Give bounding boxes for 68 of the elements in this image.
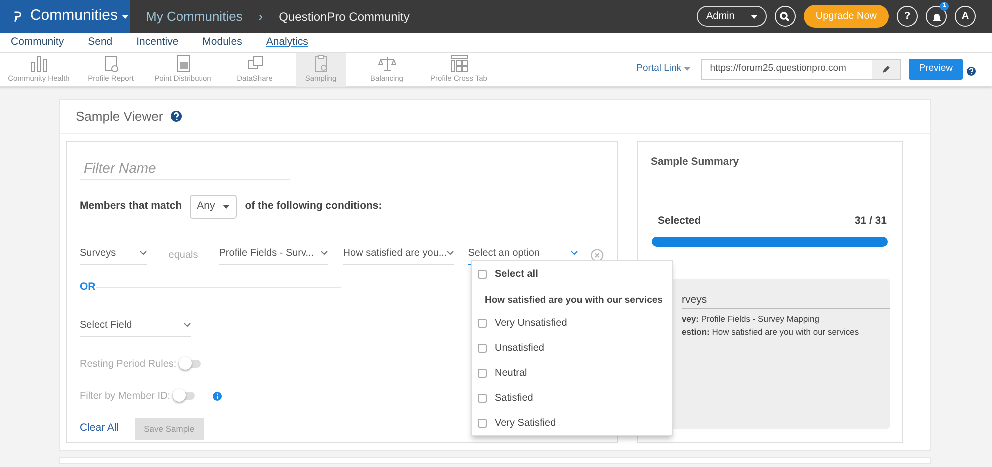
bar-chart-icon (30, 54, 48, 72)
field-dropdown[interactable]: Surveys (80, 246, 147, 265)
dropdown-option[interactable]: Unsatisfied (478, 341, 672, 356)
match-label: of the following conditions: (245, 199, 382, 214)
summary-line: estion: How satisfied are you with our services (682, 326, 860, 339)
scale-icon (378, 54, 396, 72)
page-title: Sample Viewer (76, 108, 164, 126)
operator-label: equals (168, 248, 198, 263)
checkbox[interactable] (478, 270, 487, 279)
chevron-icon (184, 322, 191, 328)
checkbox[interactable] (478, 394, 487, 404)
match-dropdown[interactable]: Any (190, 195, 238, 219)
user-role-dropdown[interactable]: Admin (697, 6, 767, 27)
caret-icon (750, 14, 758, 18)
caret-icon (223, 204, 230, 209)
search-icon[interactable] (774, 6, 796, 27)
dropdown-option[interactable]: Neutral (478, 366, 672, 382)
nav-tab[interactable]: Incentive (136, 34, 179, 50)
caret-icon (122, 14, 129, 18)
field-dropdown[interactable]: Select Field (80, 318, 191, 336)
checkbox[interactable] (478, 319, 487, 328)
checkbox[interactable] (478, 419, 487, 428)
help-icon[interactable] (171, 111, 182, 122)
nav-tab[interactable]: Send (88, 34, 113, 50)
chevron-icon (140, 250, 147, 256)
breadcrumb-separator: › (258, 8, 264, 26)
dropdown-option[interactable]: Select all (478, 267, 672, 282)
dropdown-option[interactable]: Very Unsatisfied (478, 316, 672, 332)
url-field[interactable]: https://forum25.questionpro.com (701, 59, 902, 80)
bell-icon (932, 12, 942, 22)
toggle-label: Resting Period Rules: (80, 358, 177, 372)
question-dropdown[interactable]: How satisfied are you... (343, 246, 454, 265)
source-dropdown[interactable]: Profile Fields - Surv... (219, 246, 328, 265)
remove-icon[interactable] (591, 248, 604, 262)
help-button[interactable]: ? (897, 6, 918, 27)
checkbox[interactable] (478, 369, 487, 378)
breadcrumb-link[interactable]: My Communities (146, 6, 243, 26)
summary-line: vey: Profile Fields - Survey Mapping (682, 313, 820, 326)
selected-count: 31 / 31 (854, 214, 887, 229)
toggle-label: Filter by Member ID: (80, 390, 171, 404)
table-icon (450, 54, 468, 72)
help-icon[interactable] (967, 67, 976, 76)
preview-button[interactable]: Preview (909, 59, 963, 80)
nav-tab[interactable]: Modules (202, 34, 242, 50)
clear-all-link[interactable]: Clear All (80, 421, 120, 437)
dropdown-group-title: How satisfied are you with our services (485, 294, 664, 308)
caret-icon (684, 66, 692, 71)
match-label: Members that match (80, 199, 182, 214)
dropdown-option[interactable]: Very Satisfied (478, 416, 672, 432)
or-label: OR (80, 280, 96, 295)
selected-label: Selected (658, 214, 702, 229)
dropdown-option[interactable]: Satisfied (478, 391, 672, 406)
logo-icon (14, 10, 22, 24)
chevron-icon (447, 250, 454, 256)
chevron-icon (571, 250, 578, 256)
pencil-icon[interactable] (882, 66, 890, 74)
info-icon[interactable] (212, 392, 222, 400)
nav-tab[interactable]: Community (11, 34, 64, 50)
nav-tab[interactable]: Analytics (266, 34, 308, 50)
toggle-switch[interactable] (174, 392, 195, 400)
toggle-switch[interactable] (180, 360, 201, 368)
checkbox[interactable] (478, 344, 487, 354)
chevron-icon (321, 250, 328, 256)
breadcrumb-current: QuestionPro Community (279, 8, 410, 26)
avatar-button[interactable]: A (955, 6, 976, 27)
group-title: rveys (682, 292, 890, 310)
portal-link-dropdown[interactable]: Portal Link (630, 61, 698, 78)
summary-title: Sample Summary (650, 155, 740, 170)
